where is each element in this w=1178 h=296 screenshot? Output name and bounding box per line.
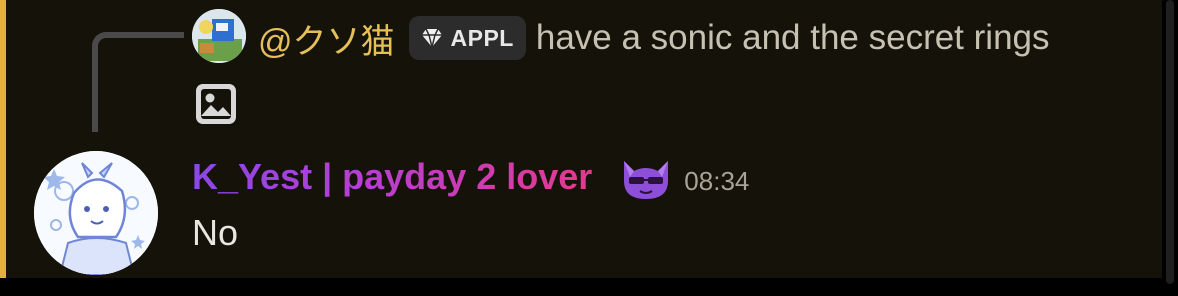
message-header: K_Yest | payday 2 lover 08:34 (192, 148, 749, 206)
reply-text: have a sonic and the secret rings (535, 18, 1050, 57)
reply-author-name[interactable]: @クソ猫 (258, 14, 395, 63)
reply-avatar[interactable] (192, 9, 246, 63)
reply-avatar-image (192, 9, 246, 63)
message-content: No (192, 212, 239, 253)
scrollbar-track[interactable] (1162, 0, 1178, 296)
author-username[interactable]: K_Yest | payday 2 lover (192, 156, 592, 198)
server-tag-badge[interactable]: APPL (408, 16, 526, 60)
gem-icon (421, 28, 442, 48)
image-icon (196, 84, 236, 124)
reply-spine (92, 32, 184, 132)
author-avatar-image (34, 151, 158, 275)
server-tag-label: APPL (450, 24, 514, 51)
purple-cat-emoji-icon[interactable] (618, 151, 674, 203)
scrollbar-thumb[interactable] (1166, 0, 1174, 284)
mention-highlight-bar (0, 0, 6, 278)
author-avatar[interactable] (34, 151, 158, 275)
reply-preview[interactable]: @クソ猫 APPL have a sonic and the secret ri… (258, 12, 1050, 64)
message-timestamp[interactable]: 08:34 (684, 158, 749, 197)
chat-message: @クソ猫 APPL have a sonic and the secret ri… (0, 0, 1162, 278)
